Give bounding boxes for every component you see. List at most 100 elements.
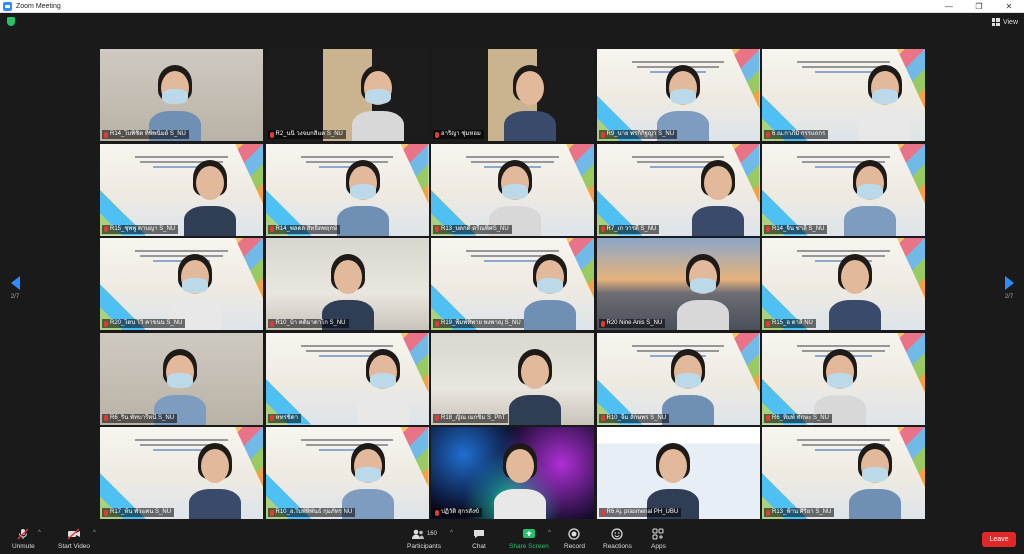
video-tile[interactable]: R6 Aj. prasmenal PH_UBU xyxy=(596,427,760,519)
video-tile[interactable]: R18_ญิณ เมกขิ่ม S_PhT xyxy=(431,332,594,425)
muted-microphone-icon xyxy=(16,528,30,540)
video-tile[interactable]: R15_อ ตาลี NU xyxy=(762,238,925,330)
participant-name: R18_ญิณ เมกขิ่ม S_PhT xyxy=(441,414,506,421)
video-tile[interactable]: หทรชิดา xyxy=(265,332,429,425)
leave-button[interactable]: Leave xyxy=(982,532,1016,547)
participants-caret-icon[interactable]: ^ xyxy=(450,530,453,536)
video-tile[interactable]: 6 ณ.กาภีมิ กรรแถกร xyxy=(762,49,925,141)
video-tile[interactable]: R14_ไบพิชิต ทิพิพนิมย์ S_NU xyxy=(100,49,263,141)
video-feed xyxy=(762,143,925,236)
share-options-caret-icon[interactable]: ^ xyxy=(548,530,551,536)
video-tile[interactable]: R2_นนิ วงจมกสิแต S_NU xyxy=(265,49,429,141)
participants-label: Participants xyxy=(407,543,441,550)
participant-name-tag: R2_นนิ วงจมกสิแต S_NU xyxy=(267,130,346,139)
participant-name-tag: R20 Nine Anis S_NU xyxy=(598,319,666,328)
chat-button[interactable]: Chat xyxy=(472,528,486,550)
muted-mic-icon xyxy=(600,509,605,516)
participant-figure xyxy=(825,248,885,330)
participant-name: R2_นนิ วงจมกสิแต S_NU xyxy=(275,131,343,137)
participants-icon xyxy=(411,529,424,539)
view-button-label: View xyxy=(1002,18,1018,26)
start-video-label: Start Video xyxy=(58,543,91,550)
participant-name: R17_ห้น พัวแคน S_NU xyxy=(110,509,172,515)
video-tile[interactable]: R9_นาย พรกิกิฐญา S_NU xyxy=(596,49,760,141)
video-feed xyxy=(265,238,429,330)
participant-name-tag: R13_บดกดี ตรีณพิศS_NU xyxy=(433,224,512,234)
next-page-button[interactable]: 2/7 xyxy=(1002,276,1016,306)
arrow-left-icon xyxy=(10,276,20,290)
muted-mic-icon xyxy=(435,415,439,421)
share-screen-button[interactable]: Share Screen xyxy=(509,528,549,550)
video-options-caret-icon[interactable]: ^ xyxy=(93,530,96,536)
record-button[interactable]: Record xyxy=(564,528,585,550)
video-tile[interactable]: R20_ไดน ไวิ คาขนน S_NU xyxy=(100,238,263,330)
muted-mic-icon xyxy=(269,509,274,516)
participant-name-tag: R14_จิน ชาลี S_NU xyxy=(764,224,828,234)
video-tile[interactable]: R13_บดกดี ตรีณพิศS_NU xyxy=(431,143,594,236)
video-tile[interactable]: R13_ฟ้าน ศิริยา S_NU xyxy=(762,427,925,519)
video-tile[interactable]: R14_จิน ชาลี S_NU xyxy=(762,143,925,236)
participant-name-tag: R6_ทิมพ์ ทักษะ S_NU xyxy=(764,413,832,423)
participants-button[interactable]: 160 Participants xyxy=(407,528,441,550)
close-button[interactable]: ✕ xyxy=(994,0,1024,13)
video-feed xyxy=(431,427,594,519)
participant-name-tag: R19_พีมพ์ทิพาย พงพาญุ S_NU xyxy=(433,319,524,328)
reactions-icon xyxy=(610,528,624,540)
apps-icon xyxy=(651,528,665,540)
muted-mic-icon xyxy=(766,509,770,516)
video-tile[interactable]: R19_พีมพ์ทิพาย พงพาญุ S_NU xyxy=(431,238,594,330)
video-tile[interactable]: R10_อ.ใบพัพิพันธ์ กุมภัทร NU xyxy=(265,427,429,519)
apps-button[interactable]: Apps xyxy=(651,528,666,550)
participant-figure xyxy=(185,437,245,519)
muted-mic-icon xyxy=(104,509,108,516)
share-screen-label: Share Screen xyxy=(509,543,549,550)
encryption-shield-icon[interactable] xyxy=(7,17,15,26)
participant-figure xyxy=(165,248,225,330)
video-feed xyxy=(762,49,925,141)
video-feed xyxy=(265,143,429,236)
participant-name: R6_ริน พัทบารีหนี S_NU xyxy=(110,414,175,421)
video-feed xyxy=(762,427,925,519)
previous-page-button[interactable]: 2/7 xyxy=(8,276,22,306)
muted-mic-icon xyxy=(104,226,108,232)
view-button[interactable]: View xyxy=(991,16,1018,28)
muted-mic-icon xyxy=(435,131,439,138)
video-tile[interactable]: อาริญา ชุ่มหอม xyxy=(431,49,594,141)
video-tile[interactable]: ปฏิวัติ สุกรสังข์ xyxy=(431,427,594,519)
video-tile[interactable]: R15_ชุพพู ดาบญา S_NU xyxy=(100,143,263,236)
video-feed xyxy=(100,49,263,141)
page-indicator-left: 2/7 xyxy=(10,294,20,300)
minimize-button[interactable]: — xyxy=(934,0,964,13)
video-tile[interactable]: R7_เก วารดี S_NU xyxy=(596,143,760,236)
record-label: Record xyxy=(564,543,585,550)
video-tile[interactable]: R14_พลดล สิทธิตพฤกษ์ xyxy=(265,143,429,236)
participant-name: R15_อ ตาลี NU xyxy=(772,320,813,326)
participant-name-tag: R10_อ.ใบพัพิพันธ์ กุมภัทร NU xyxy=(267,508,356,517)
video-tile[interactable]: R6_ทิมพ์ ทักษะ S_NU xyxy=(762,332,925,425)
participant-name: R10_จีม ลักษพร S_NU xyxy=(606,414,667,421)
participant-name-tag: R20_ไดน ไวิ คาขนน S_NU xyxy=(102,319,186,328)
participant-name-tag: R13_ฟ้าน ศิริยา S_NU xyxy=(764,508,835,517)
muted-mic-icon xyxy=(269,415,274,421)
video-tile[interactable]: R20 Nine Anis S_NU xyxy=(596,238,760,330)
participant-figure xyxy=(673,248,733,330)
start-video-button[interactable]: Start Video xyxy=(58,528,90,550)
participant-name: R10_บ้า คติมาดา์ไก S_NU xyxy=(275,320,346,326)
video-tile[interactable]: R10_บ้า คติมาดา์ไก S_NU xyxy=(265,238,429,330)
participant-figure xyxy=(485,154,545,236)
video-tile[interactable]: R17_ห้น พัวแคน S_NU xyxy=(100,427,263,519)
window-titlebar: Zoom Meeting — ❐ ✕ xyxy=(0,0,1024,13)
video-feed xyxy=(596,49,760,141)
record-icon xyxy=(567,528,581,540)
audio-options-caret-icon[interactable]: ^ xyxy=(38,530,41,536)
unmute-button[interactable]: Unmute xyxy=(12,528,35,550)
video-tile[interactable]: R10_จีม ลักษพร S_NU xyxy=(596,332,760,425)
participant-name: 6 ณ.กาภีมิ กรรแถกร xyxy=(772,131,826,137)
video-feed xyxy=(431,238,594,330)
maximize-button[interactable]: ❐ xyxy=(964,0,994,13)
participant-figure xyxy=(145,59,205,141)
participant-name-tag: R7_เก วารดี S_NU xyxy=(598,224,660,234)
reactions-button[interactable]: Reactions xyxy=(603,528,632,550)
participant-name: R14_พลดล สิทธิตพฤกษ์ xyxy=(275,225,338,232)
video-tile[interactable]: R6_ริน พัทบารีหนี S_NU xyxy=(100,332,263,425)
